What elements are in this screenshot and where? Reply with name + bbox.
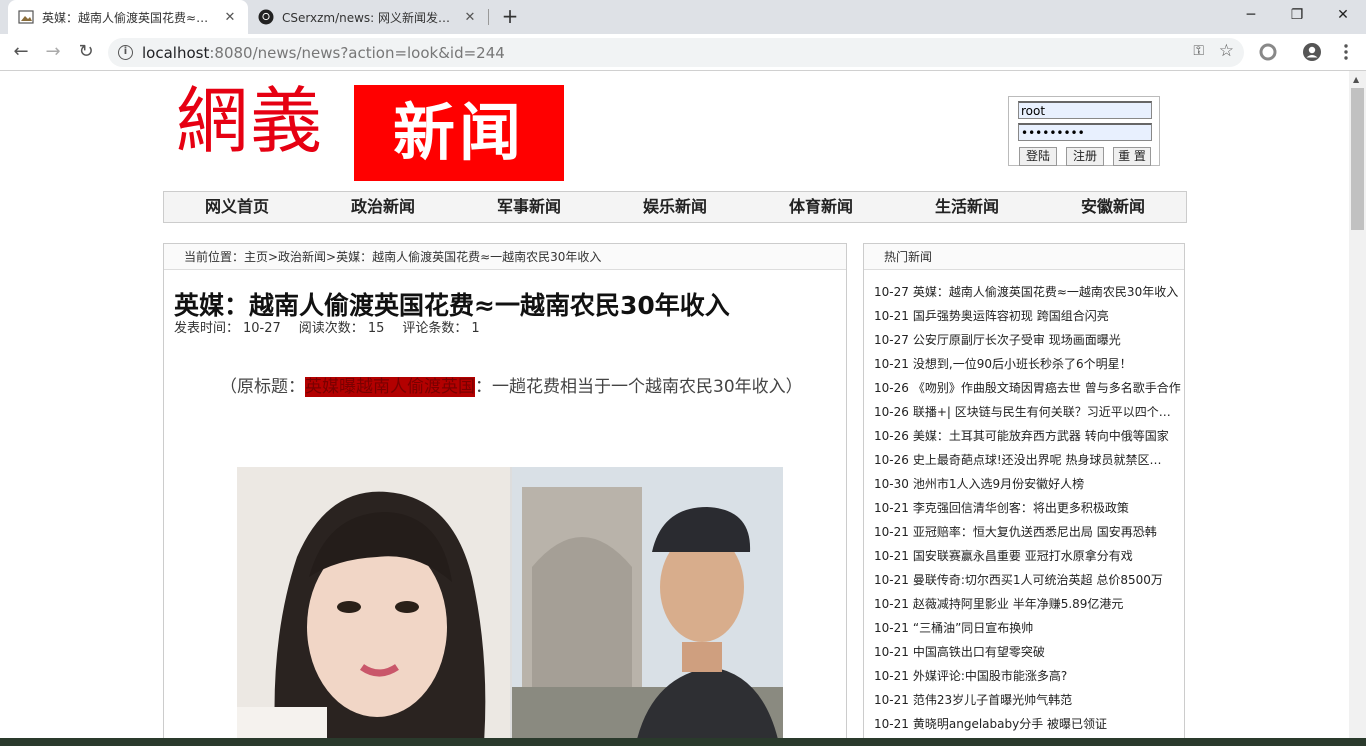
meta-reads-label: 阅读次数：: [298, 321, 364, 336]
reset-button[interactable]: 重 置: [1113, 147, 1151, 166]
tab-active[interactable]: 英媒：越南人偷渡英国花费≈一越南农民30年收入 ✕: [8, 0, 248, 34]
hot-news-list: 10-27 英媒：越南人偷渡英国花费≈一越南农民30年收入 10-21 国乒强势奥运…: [874, 280, 1182, 736]
browser-toolbar: ← → ↻ i localhost:8080/news/news?action=…: [0, 34, 1366, 71]
article-photo: [237, 467, 783, 738]
login-button[interactable]: 登陆: [1019, 147, 1057, 166]
nav-life[interactable]: 生活新闻: [894, 192, 1040, 222]
photo-man: [512, 467, 783, 738]
list-item[interactable]: 10-21 没想到,一位90后小班长秒杀了6个明星！: [874, 352, 1182, 376]
tab-bar: 英媒：越南人偷渡英国花费≈一越南农民30年收入 ✕ CSerxzm/news: …: [0, 0, 1366, 34]
list-item[interactable]: 10-26 美媒：土耳其可能放弃西方武器 转向中俄等国家: [874, 424, 1182, 448]
login-form: 登陆 注册 重 置: [1008, 96, 1160, 166]
lede-highlight: 英媒曝越南人偷渡英国: [305, 377, 475, 397]
site-logo-box: 新闻: [354, 85, 564, 181]
list-item[interactable]: 10-21 外媒评论:中国股市能涨多高?: [874, 664, 1182, 688]
maximize-button[interactable]: ❐: [1274, 0, 1320, 30]
article-lede: （原标题：英媒曝越南人偷渡英国：一趟花费相当于一个越南农民30年收入）: [220, 372, 803, 397]
nav-home[interactable]: 网义首页: [164, 192, 310, 222]
close-window-button[interactable]: ✕: [1320, 0, 1366, 30]
hot-news-panel: 热门新闻 10-27 英媒：越南人偷渡英国花费≈一越南农民30年收入 10-21 国…: [863, 243, 1185, 738]
list-item[interactable]: 10-30 池州市1人入选9月份安徽好人榜: [874, 472, 1182, 496]
nav-sports[interactable]: 体育新闻: [748, 192, 894, 222]
list-item[interactable]: 10-26 《吻别》作曲殷文琦因胃癌去世 曾与多名歌手合作: [874, 376, 1182, 400]
nav-anhui[interactable]: 安徽新闻: [1040, 192, 1186, 222]
new-tab-button[interactable]: +: [498, 4, 522, 28]
list-item[interactable]: 10-27 英媒：越南人偷渡英国花费≈一越南农民30年收入: [874, 280, 1182, 304]
meta-comments-label: 评论条数：: [402, 321, 468, 336]
extension-icon[interactable]: [1258, 42, 1278, 62]
meta-comments: 1: [471, 321, 480, 336]
lede-suffix: ：一趟花费相当于一个越南农民30年收入）: [475, 377, 803, 397]
list-item[interactable]: 10-27 公安厅原副厅长次子受审 现场画面曝光: [874, 328, 1182, 352]
list-item[interactable]: 10-21 李克强回信清华创客：将出更多积极政策: [874, 496, 1182, 520]
profile-icon[interactable]: [1302, 42, 1322, 62]
menu-kebab-icon[interactable]: [1336, 42, 1356, 62]
hot-news-header: 热门新闻: [864, 244, 1184, 270]
list-item[interactable]: 10-21 中国高铁出口有望零突破: [874, 640, 1182, 664]
list-item[interactable]: 10-21 范伟23岁儿子首曝光帅气韩范: [874, 688, 1182, 712]
tab-close-icon[interactable]: ✕: [222, 10, 238, 25]
tab-inactive[interactable]: CSerxzm/news: 网义新闻发布系统 ✕: [248, 0, 488, 34]
article-panel: 当前位置：主页>政治新闻>英媒：越南人偷渡英国花费≈一越南农民30年收入 英媒：…: [163, 243, 847, 738]
info-icon[interactable]: i: [118, 45, 133, 60]
page-viewport: 網義 新闻 登陆 注册 重 置 网义首页 政治新闻 军事新闻 娱乐新闻 体育新闻…: [0, 71, 1349, 738]
list-item[interactable]: 10-21 国乒强势奥运阵容初现 跨国组合闪亮: [874, 304, 1182, 328]
tab-title: 英媒：越南人偷渡英国花费≈一越南农民30年收入: [42, 10, 216, 25]
os-taskbar: [0, 738, 1366, 746]
lede-prefix: （原标题：: [220, 377, 305, 397]
minimize-button[interactable]: ─: [1228, 0, 1274, 30]
github-icon: [258, 9, 274, 25]
list-item[interactable]: 10-21 赵薇减持阿里影业 半年净赚5.89亿港元: [874, 592, 1182, 616]
list-item[interactable]: 10-21 “三桶油”同日宣布换帅: [874, 616, 1182, 640]
list-item[interactable]: 10-21 亚冠赔率：恒大复仇送西悉尼出局 国安再恐韩: [874, 520, 1182, 544]
nav-politics[interactable]: 政治新闻: [310, 192, 456, 222]
register-button[interactable]: 注册: [1066, 147, 1104, 166]
list-item[interactable]: 10-26 史上最奇葩点球!还没出界呢 热身球员就禁区…: [874, 448, 1182, 472]
breadcrumb-text[interactable]: 当前位置：主页>政治新闻>英媒：越南人偷渡英国花费≈一越南农民30年收入: [184, 250, 601, 264]
list-item[interactable]: 10-26 联播+| 区块链与民生有何关联？习近平以四个…: [874, 400, 1182, 424]
list-item[interactable]: 10-21 黄晓明angelababy分手 被曝已领证: [874, 712, 1182, 736]
site-logo-text: 網義: [176, 79, 325, 163]
main-nav: 网义首页 政治新闻 军事新闻 娱乐新闻 体育新闻 生活新闻 安徽新闻: [163, 191, 1187, 223]
meta-time-label: 发表时间：: [174, 321, 240, 336]
tab-title: CSerxzm/news: 网义新闻发布系统: [282, 10, 456, 25]
site-logo-news: 新闻: [392, 96, 525, 169]
back-arrow-icon[interactable]: ←: [8, 39, 34, 65]
reload-icon[interactable]: ↻: [73, 39, 99, 65]
forward-arrow-icon[interactable]: →: [40, 39, 66, 65]
password-input[interactable]: [1018, 123, 1152, 141]
meta-time: 10-27: [243, 321, 281, 336]
list-item[interactable]: 10-21 国安联赛赢永昌重要 亚冠打水原拿分有戏: [874, 544, 1182, 568]
photo-woman: [237, 467, 510, 738]
username-input[interactable]: [1018, 101, 1152, 119]
picture-favicon-icon: [18, 9, 34, 25]
list-item[interactable]: 10-21 曼联传奇:切尔西买1人可统治英超 总价8500万: [874, 568, 1182, 592]
url-text[interactable]: localhost:8080/news/news?action=look&id=…: [142, 44, 505, 62]
article-meta: 发表时间： 10-27 阅读次数： 15 评论条数： 1: [174, 317, 484, 336]
bookmark-star-icon[interactable]: ☆: [1219, 41, 1234, 61]
nav-entertainment[interactable]: 娱乐新闻: [602, 192, 748, 222]
meta-reads: 15: [367, 321, 385, 336]
tab-close-icon[interactable]: ✕: [462, 10, 478, 25]
scrollbar-thumb[interactable]: [1351, 88, 1364, 230]
key-icon[interactable]: ⚿: [1193, 43, 1204, 59]
scroll-up-arrow-icon[interactable]: ▲: [1353, 75, 1359, 84]
tab-separator: [488, 9, 489, 25]
address-bar[interactable]: i localhost:8080/news/news?action=look&i…: [108, 38, 1244, 67]
page-scrollbar[interactable]: ▲: [1349, 71, 1366, 738]
breadcrumb: 当前位置：主页>政治新闻>英媒：越南人偷渡英国花费≈一越南农民30年收入: [164, 244, 846, 270]
nav-military[interactable]: 军事新闻: [456, 192, 602, 222]
